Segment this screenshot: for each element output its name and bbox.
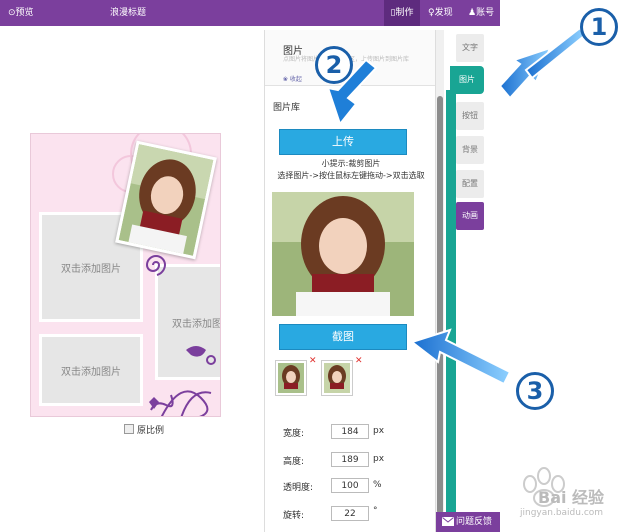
width-label: 宽度: (283, 429, 305, 439)
tab-config[interactable]: 配置 (456, 170, 484, 198)
upload-button[interactable]: 上传 (279, 129, 407, 155)
keep-ratio-checkbox[interactable] (124, 424, 134, 434)
page-title[interactable]: 浪漫标题 (110, 0, 146, 26)
delete-icon[interactable]: ✕ (355, 356, 363, 366)
width-unit: px (373, 426, 385, 436)
width-input[interactable] (331, 424, 369, 439)
account-tab[interactable]: ♟账号 (468, 0, 494, 26)
crop-button[interactable]: 截图 (279, 324, 407, 350)
thumbnail-image (324, 363, 350, 393)
library-label: 图片库 (273, 103, 301, 113)
opacity-unit: % (373, 480, 382, 490)
annotation-number-3: 3 (516, 372, 554, 410)
opacity-label: 透明度: (283, 483, 314, 493)
tab-animation[interactable]: 动画 (456, 202, 484, 230)
top-toolbar: ⊙预览 浪漫标题 ▯制作 ♀发现 ♟账号 (0, 0, 500, 26)
arrow-annotation-3 (409, 328, 512, 386)
rotate-label: 旋转: (283, 511, 305, 521)
tab-image[interactable]: 图片 (450, 66, 484, 94)
library-thumbnail[interactable] (321, 360, 353, 396)
rotate-input[interactable] (331, 506, 369, 521)
delete-icon[interactable]: ✕ (309, 356, 317, 366)
opacity-input[interactable] (331, 478, 369, 493)
arrow-annotation-1 (498, 26, 586, 100)
scrollbar-thumb[interactable] (437, 96, 443, 514)
heart-swirl-decoration (149, 346, 216, 416)
swirl-decoration (145, 255, 167, 276)
tab-background[interactable]: 背景 (456, 136, 484, 164)
tab-button[interactable]: 按钮 (456, 102, 484, 130)
collapse-link[interactable]: ❀ 收起 (283, 74, 302, 83)
crop-tip-title: 小提示:裁剪图片 (321, 159, 381, 168)
watermark-url: jingyan.baidu.com (520, 508, 604, 518)
annotation-number-2: 2 (315, 46, 353, 84)
discover-tab[interactable]: ♀发现 (428, 0, 453, 26)
crop-source-image[interactable] (272, 192, 414, 316)
preview-button[interactable]: ⊙预览 (8, 0, 34, 26)
make-tab[interactable]: ▯制作 (384, 0, 420, 26)
slot-label: 双击添加图片 (61, 263, 121, 275)
thumbnail-image (278, 363, 304, 393)
crop-tip-steps: 选择图片->按住鼠标左键拖动->双击选取 (277, 171, 425, 180)
keep-ratio-label: 原比例 (137, 426, 165, 436)
slot-label: 双击添加图片 (61, 366, 121, 378)
rotate-unit: ° (373, 506, 378, 516)
mail-icon (442, 517, 454, 526)
slot-label: 双击添加图 (172, 318, 221, 330)
watermark-brand: Bai 经验 (538, 488, 605, 507)
girl-photo-image (118, 144, 214, 256)
panel-title: 图片 (283, 46, 303, 57)
side-tab-strip (446, 90, 456, 532)
page-canvas[interactable]: 双击添加图片 双击添加图 双击添加图片 (30, 133, 221, 417)
height-label: 高度: (283, 457, 305, 467)
library-thumbnail[interactable] (275, 360, 307, 396)
height-unit: px (373, 454, 385, 464)
image-slot[interactable]: 双击添加图片 (39, 334, 143, 406)
height-input[interactable] (331, 452, 369, 467)
annotation-number-1: 1 (580, 8, 618, 46)
